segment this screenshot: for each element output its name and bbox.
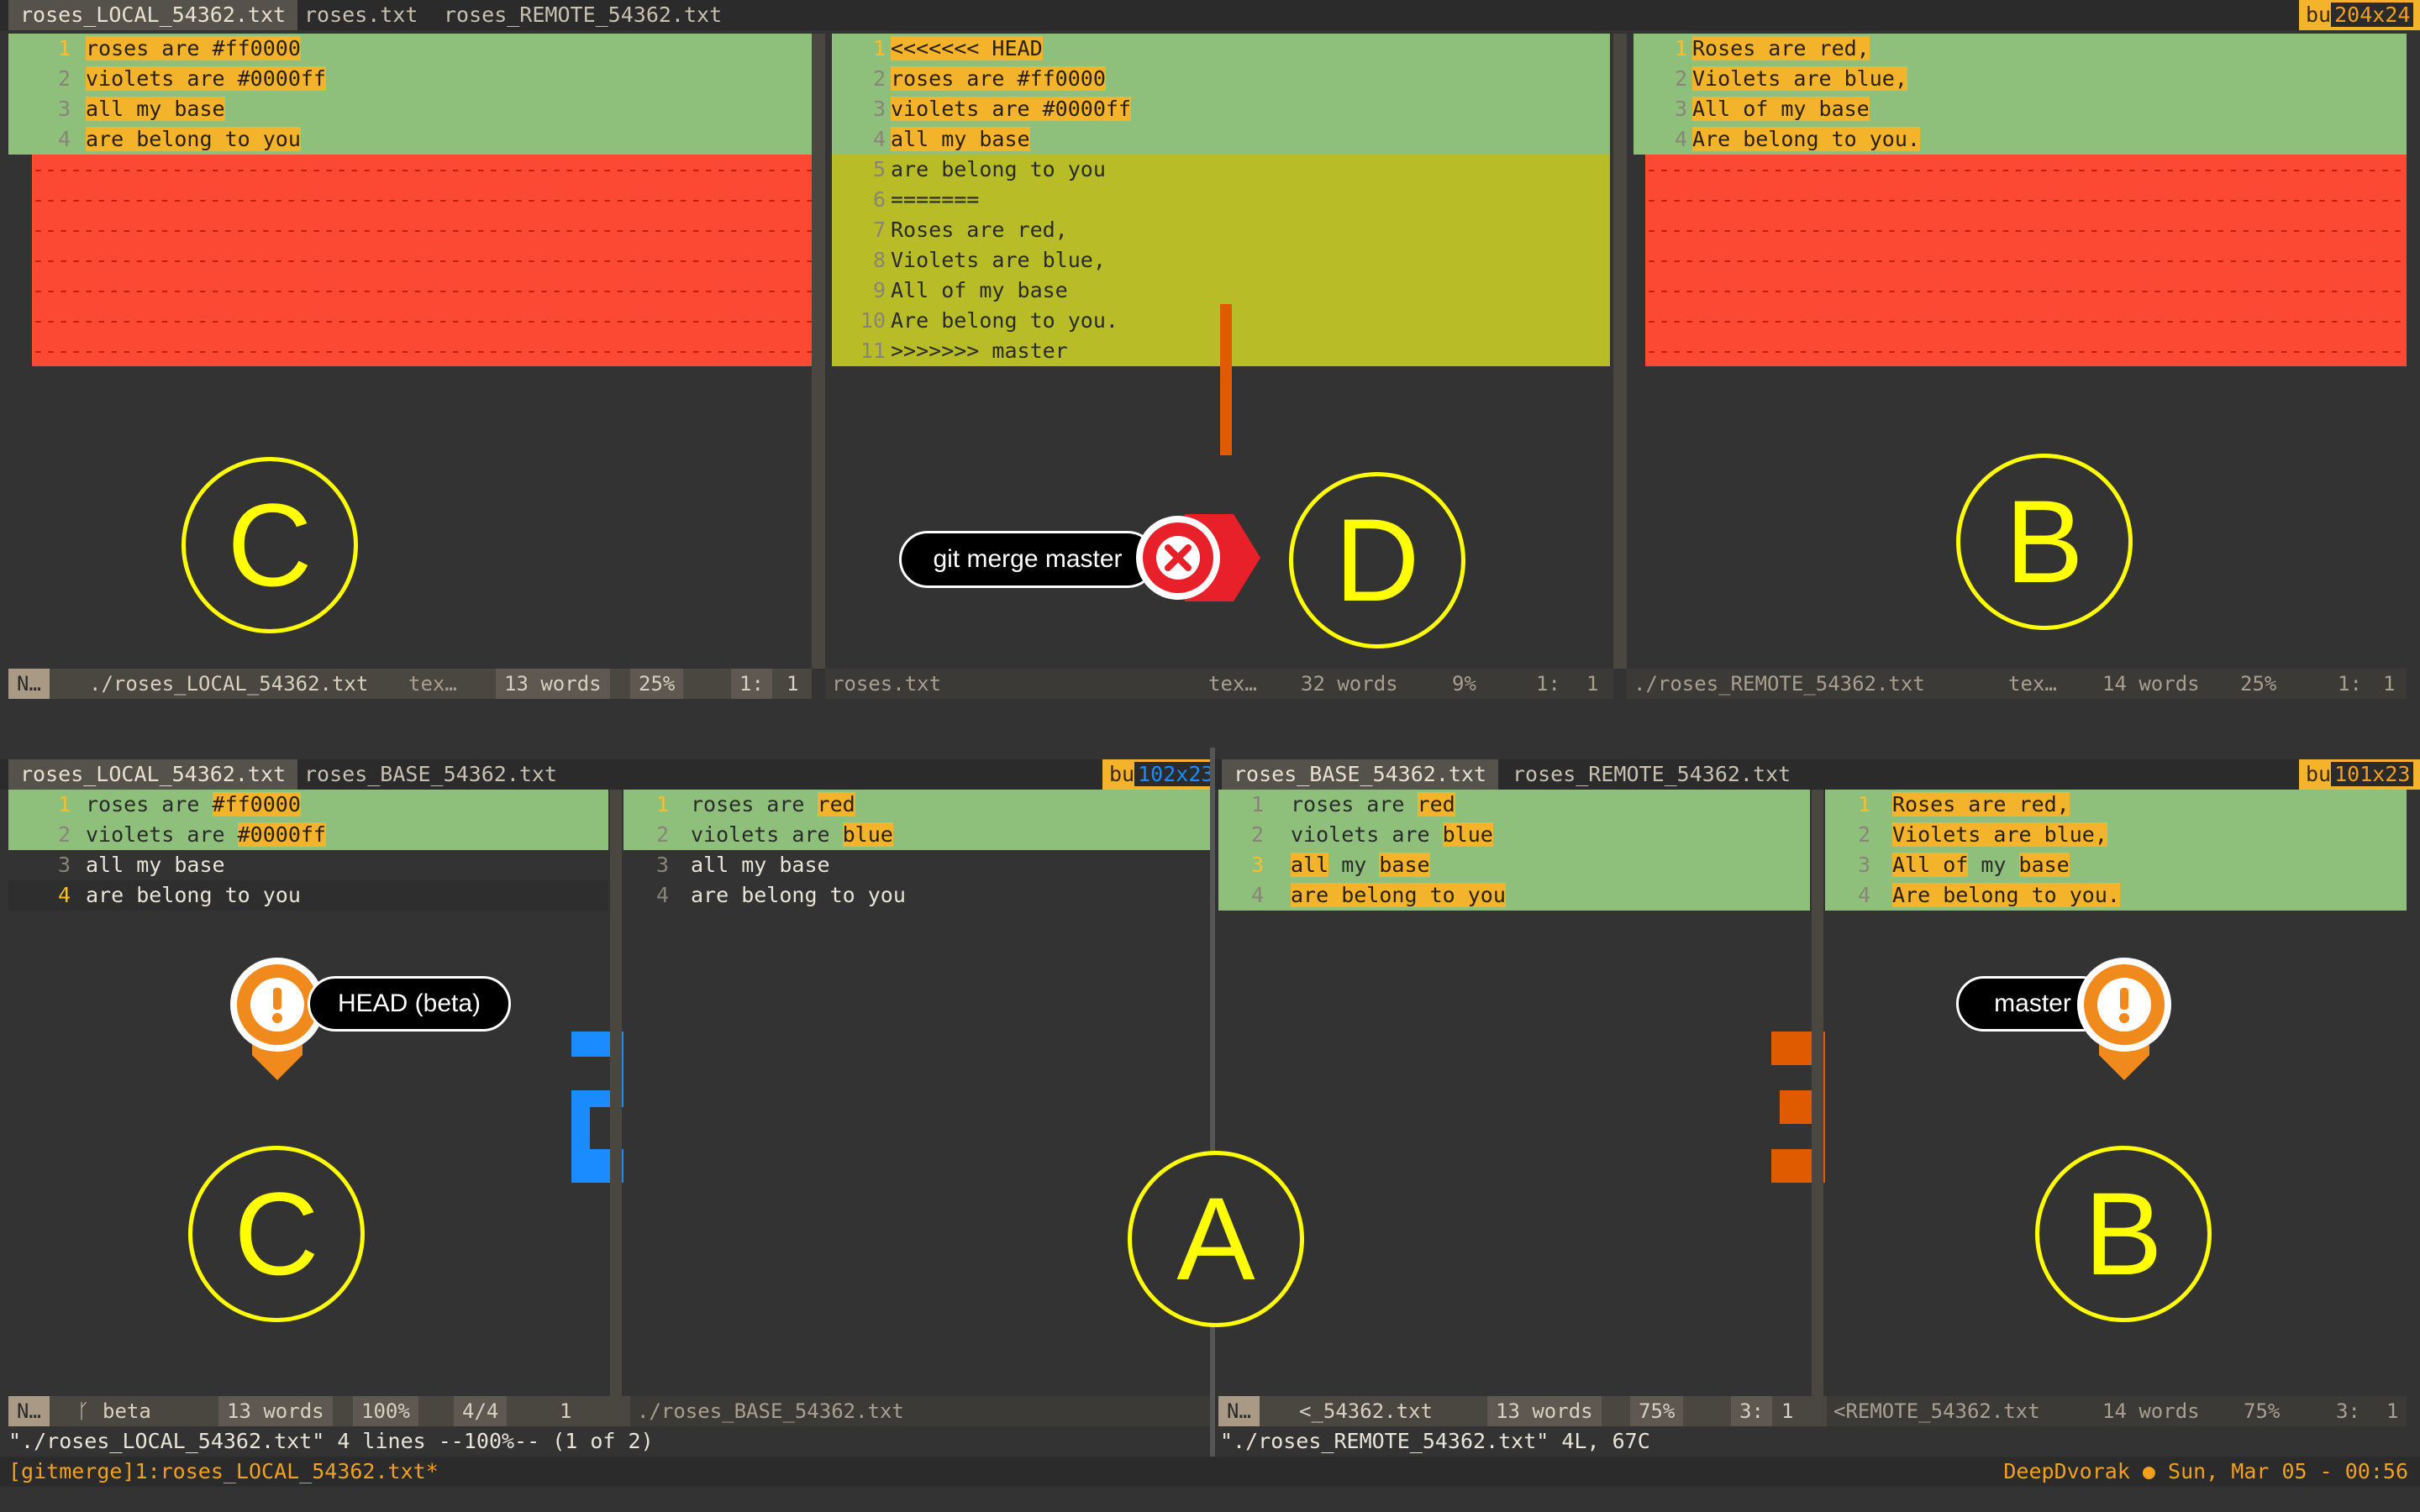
top-local-pane[interactable]: 1 roses are #ff0000 2 violets are #0000ff … — [8, 34, 812, 669]
head-beta-label: HEAD (beta) — [308, 976, 511, 1032]
vertical-split-3[interactable] — [610, 790, 622, 1396]
top-merged-status: roses.txt tex… 32 words 9% 1: 1 — [825, 669, 1613, 699]
tmux-status-bar: [gitmerge]1:roses_LOCAL_54362.txt* DeepD… — [0, 1457, 2420, 1487]
window-split-middle[interactable] — [1210, 748, 1215, 1457]
annotation-circle-a: A — [1128, 1151, 1304, 1327]
warning-pin-icon-master — [2077, 958, 2171, 1080]
tab-merged[interactable]: roses.txt — [292, 0, 429, 30]
bottom-left-tabline: roses_LOCAL_54362.txt roses_BASE_54362.t… — [0, 759, 1224, 790]
bottom-right-status: N… <_54362.txt 13 words 75% 3: 1 <REMOTE… — [1218, 1396, 2407, 1426]
buffer-size-indicator: bu 204x24 — [2299, 0, 2420, 30]
buffer-size-indicator-right: bu 101x23 — [2299, 759, 2420, 790]
annotation-circle-b-bottom: B — [2035, 1146, 2212, 1322]
top-merged-pane[interactable]: 1 <<<<<<< HEAD 2 roses are #ff0000 3 violet… — [832, 34, 1610, 669]
git-merge-label: git merge master — [899, 531, 1156, 588]
tab-remote[interactable]: roses_REMOTE_54362.txt — [432, 0, 734, 30]
annotation-circle-c-top: C — [182, 457, 358, 633]
tab-local[interactable]: roses_LOCAL_54362.txt — [8, 0, 298, 30]
bottom-right-tabline: roses_BASE_54362.txt roses_REMOTE_54362.… — [1215, 759, 2420, 790]
bottom-local-pane[interactable]: 1 roses are #ff0000 2 violets are #0000ff … — [8, 790, 632, 1396]
buffer-size-indicator-left: bu 102x23 — [1102, 759, 1224, 790]
tab-local-bottom[interactable]: roses_LOCAL_54362.txt — [8, 759, 298, 790]
annotation-circle-d: D — [1289, 472, 1465, 648]
tab-base-bottom[interactable]: roses_BASE_54362.txt — [1222, 759, 1499, 790]
bottom-base-pane[interactable]: 1 roses are red 2 violets are blue 3 all my… — [623, 790, 1210, 1396]
bottom-left-status: N… ᚴ beta 13 words 100% 4/4 1 ./roses_BA… — [8, 1396, 1210, 1426]
bottom-remote-pane[interactable]: 1 Roses are red, 2 Violets are blue, 3 All … — [1825, 790, 2407, 1396]
top-remote-status: ./roses_REMOTE_54362.txt tex… 14 words 2… — [1627, 669, 2407, 699]
bottom-right-cmdline: "./roses_REMOTE_54362.txt" 4L, 67C — [1220, 1429, 1650, 1453]
merge-arrow-line — [1220, 304, 1232, 455]
top-remote-pane[interactable]: 1 Roses are red, 2 Violets are blue, 3 All … — [1634, 34, 2407, 669]
annotation-circle-b-top: B — [1956, 454, 2133, 630]
top-tabline: roses_LOCAL_54362.txt roses.txt roses_RE… — [0, 0, 2420, 30]
tab-base[interactable]: roses_BASE_54362.txt — [292, 759, 569, 790]
vertical-split-1[interactable] — [812, 34, 825, 669]
warning-pin-icon-head — [230, 958, 324, 1080]
branch-icon: ᚴ — [77, 1399, 90, 1423]
tmux-clock: DeepDvorak ● Sun, Mar 05 - 00:56 — [2003, 1459, 2408, 1483]
top-local-status: N… ./roses_LOCAL_54362.txt tex… 13 words… — [8, 669, 812, 699]
bottom-base-left-pane[interactable]: 1 roses are red 2 violets are blue 3 all my… — [1218, 790, 1832, 1396]
annotation-circle-c-bottom: C — [188, 1146, 365, 1322]
tmux-window-label[interactable]: [gitmerge]1:roses_LOCAL_54362.txt* — [8, 1457, 439, 1487]
vertical-split-2[interactable] — [1613, 34, 1627, 669]
bottom-left-cmdline: "./roses_LOCAL_54362.txt" 4 lines --100%… — [8, 1429, 654, 1453]
tab-remote-bottom[interactable]: roses_REMOTE_54362.txt — [1501, 759, 1802, 790]
merge-error-icon — [1136, 514, 1260, 601]
vertical-split-4[interactable] — [1812, 790, 1823, 1396]
